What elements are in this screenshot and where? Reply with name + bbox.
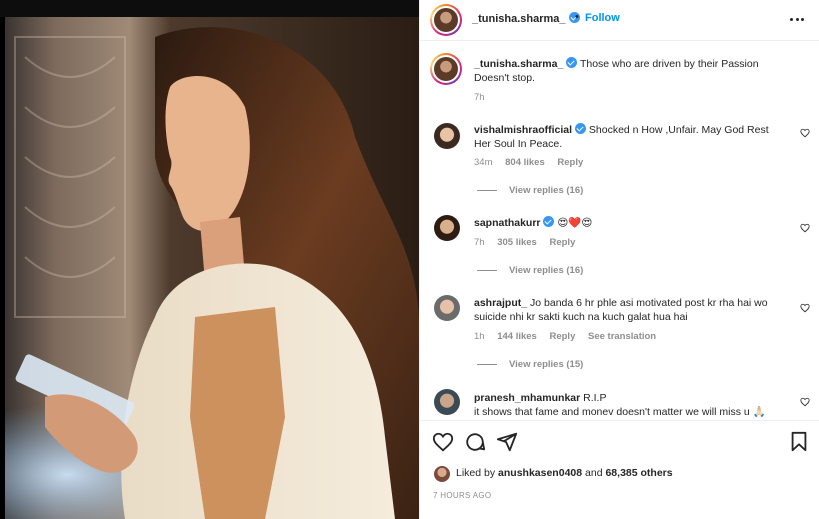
comment-like-heart-icon[interactable]	[800, 128, 810, 138]
liker-avatar[interactable]	[434, 466, 450, 482]
comment-text: vishalmishraofficial Shocked n How ,Unfa…	[474, 123, 792, 151]
comment-like-heart-icon[interactable]	[800, 303, 810, 313]
caption-text: _tunisha.sharma_ Those who are driven by…	[474, 57, 792, 85]
comment-line-1: Shocked n How ,Unfair. May God Rest	[588, 124, 769, 136]
post-photo-pane	[0, 0, 419, 519]
comment-meta: 1h 144 likes Reply See translation	[474, 331, 666, 342]
more-options-icon[interactable]	[790, 13, 804, 25]
comment-line-1: R.I.P	[583, 392, 607, 404]
comment-line-2: suicide nhi kr sakti kuch na kuch galat …	[474, 311, 688, 323]
comment-avatar[interactable]	[434, 215, 460, 241]
comment-time[interactable]: 34m	[474, 157, 492, 168]
liked-by-others-link[interactable]: 68,385 others	[605, 467, 672, 479]
comment-reply-button[interactable]: Reply	[549, 331, 575, 342]
comment-like-heart-icon[interactable]	[800, 223, 810, 233]
share-icon[interactable]	[496, 431, 518, 453]
comment-icon[interactable]	[464, 431, 486, 453]
author-username-text[interactable]: _tunisha.sharma_	[472, 13, 566, 25]
comment-username[interactable]: sapnathakurr	[474, 217, 541, 229]
comment-time[interactable]: 7h	[474, 237, 485, 248]
post-photo-illustration	[5, 17, 419, 519]
comment-likes[interactable]: 144 likes	[497, 331, 537, 342]
verified-badge-icon	[543, 216, 555, 227]
liked-by-prefix: Liked by	[456, 467, 496, 479]
liked-by-and: and	[585, 467, 603, 479]
liked-by-user-link[interactable]: anushkasen0408	[498, 467, 582, 479]
comment-reply-button[interactable]: Reply	[549, 237, 575, 248]
comment-reply-button[interactable]: Reply	[557, 157, 583, 168]
comment-line-1: Jo banda 6 hr phle asi motivated post kr…	[530, 297, 768, 309]
comment-avatar[interactable]	[434, 389, 460, 415]
comment-avatar[interactable]	[434, 295, 460, 321]
view-replies-button[interactable]: View replies (15)	[477, 359, 583, 370]
caption-line-2: Doesn't stop.	[474, 72, 535, 84]
comment-like-heart-icon[interactable]	[800, 397, 810, 407]
caption-author-avatar[interactable]	[430, 53, 462, 85]
comment-line-2: Her Soul In Peace.	[474, 138, 563, 150]
caption-meta: 7h	[474, 92, 495, 103]
comment-username[interactable]: vishalmishraofficial	[474, 124, 572, 136]
follow-button[interactable]: Follow	[585, 12, 620, 24]
photo-top-bar	[0, 0, 419, 17]
verified-badge-icon	[566, 57, 578, 68]
save-bookmark-icon[interactable]	[788, 431, 810, 453]
comment-line-2: it shows that fame and monev doesn't mat…	[474, 406, 766, 418]
comment-username[interactable]: ashrajput_	[474, 297, 527, 309]
comment-text: ashrajput_ Jo banda 6 hr phle asi motiva…	[474, 296, 792, 324]
comment-likes[interactable]: 305 likes	[497, 237, 537, 248]
post-actions: Liked by anushkasen0408 and 68,385 other…	[420, 420, 819, 519]
header-separator: •	[575, 11, 579, 23]
author-username-header[interactable]: _tunisha.sharma_	[472, 12, 580, 25]
verified-badge-icon	[574, 123, 586, 134]
post-timestamp[interactable]: 7 HOURS AGO	[433, 491, 491, 500]
caption-line-1: Those who are driven by their Passion	[579, 58, 759, 70]
comment-text: pranesh_mhamunkar R.I.P it shows that fa…	[474, 391, 792, 419]
like-heart-icon[interactable]	[432, 431, 454, 453]
comment-avatar[interactable]	[434, 123, 460, 149]
see-translation-button[interactable]: See translation	[588, 331, 656, 342]
post-side-pane: _tunisha.sharma_ • Follow _tunisha.sharm…	[419, 0, 819, 519]
view-replies-button[interactable]: View replies (16)	[477, 185, 583, 196]
comment-username[interactable]: pranesh_mhamunkar	[474, 392, 580, 404]
comment-line-1: 😍❤️😍	[557, 217, 593, 229]
comments-list[interactable]: _tunisha.sharma_ Those who are driven by…	[420, 42, 819, 420]
post-photo[interactable]	[5, 17, 419, 519]
comment-meta: 34m 804 likes Reply	[474, 157, 593, 168]
comment-likes[interactable]: 804 likes	[505, 157, 545, 168]
comment-time[interactable]: 1h	[474, 331, 485, 342]
caption-time[interactable]: 7h	[474, 92, 485, 103]
author-avatar[interactable]	[430, 4, 462, 36]
view-replies-button[interactable]: View replies (16)	[477, 265, 583, 276]
post-header: _tunisha.sharma_ • Follow	[420, 0, 819, 41]
comment-meta: 7h 305 likes Reply	[474, 237, 585, 248]
liked-by-summary: Liked by anushkasen0408 and 68,385 other…	[456, 467, 673, 479]
caption-username[interactable]: _tunisha.sharma_	[474, 58, 563, 70]
comment-text: sapnathakurr 😍❤️😍	[474, 216, 792, 230]
